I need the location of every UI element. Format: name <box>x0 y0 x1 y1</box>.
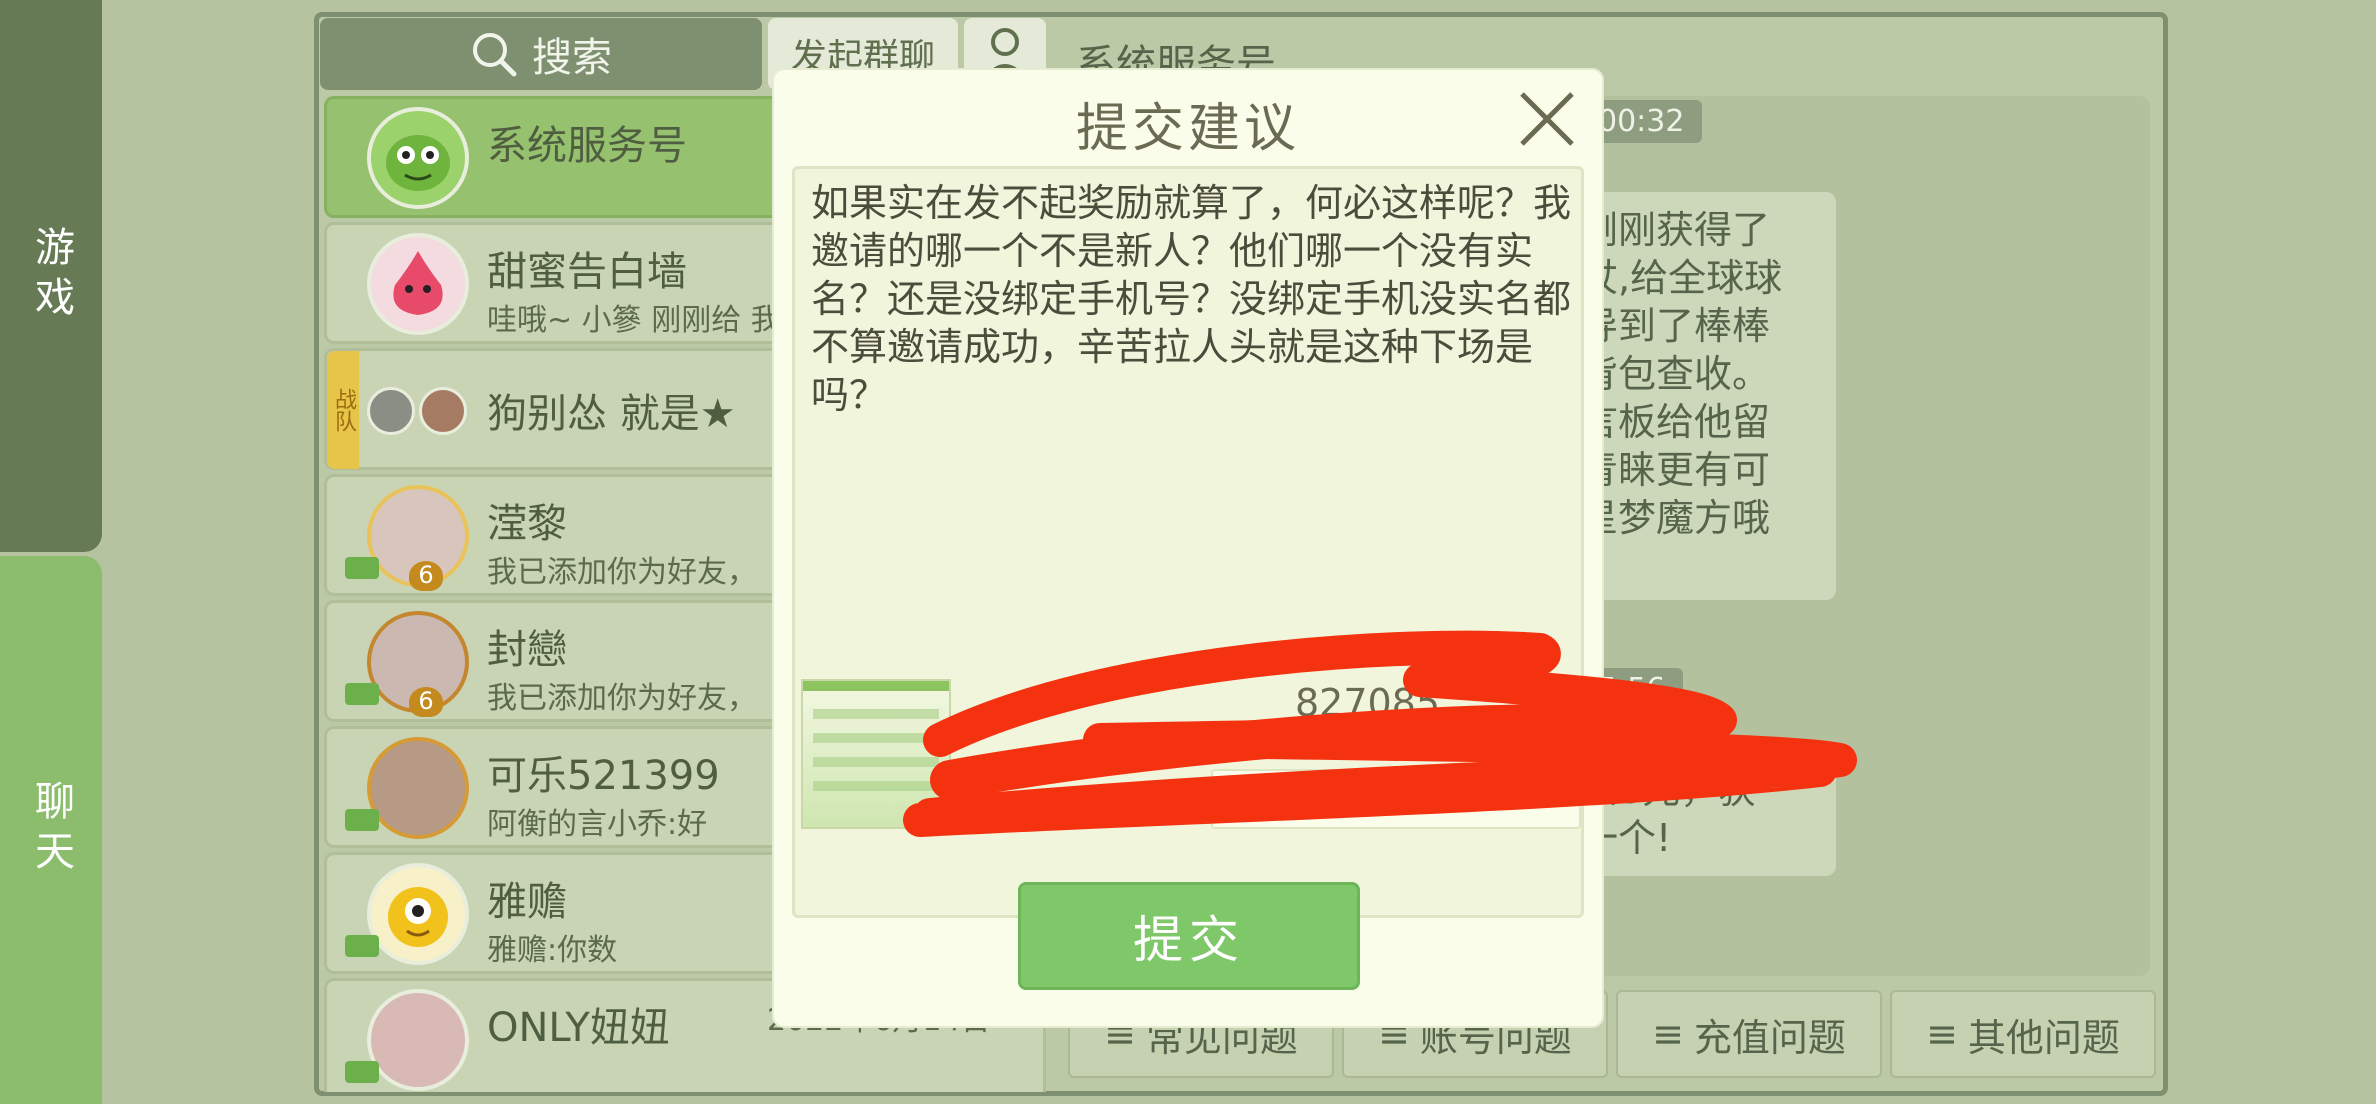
other-issue-label: 其他问题 <box>1967 1015 2120 1060</box>
online-badge <box>345 935 379 957</box>
contact-field[interactable]: 131100713 <box>1211 769 1581 829</box>
online-badge <box>345 683 379 705</box>
avatar <box>367 737 469 839</box>
contact-text: 827085 <box>1295 681 1441 725</box>
close-icon[interactable] <box>1516 88 1578 150</box>
level-badge: 6 <box>409 561 443 591</box>
attached-image-thumbnail[interactable] <box>801 679 951 829</box>
online-badge <box>345 1061 379 1083</box>
recharge-issue-label: 充值问题 <box>1693 1015 1846 1060</box>
online-badge <box>345 557 379 579</box>
last-message: 我已添加你为好友， <box>487 555 757 590</box>
tab-game[interactable]: 游戏 <box>0 0 102 552</box>
other-issue-button[interactable]: ≡ 其他问题 <box>1890 990 2156 1078</box>
team-tag: 战队 <box>327 351 359 469</box>
last-message: 哇哦~ 小篸 刚刚给 我 <box>487 303 781 338</box>
contact-name: 雅赡 <box>487 879 567 925</box>
menu-icon: ≡ <box>1926 1012 1958 1056</box>
tab-chat-label: 聊天 <box>28 780 74 880</box>
level-badge: 6 <box>409 687 443 717</box>
contact-name: ONLY妞妞 <box>487 1005 670 1051</box>
contact-name: 可乐521399 <box>487 753 720 799</box>
search-label: 搜索 <box>532 35 612 81</box>
submit-button[interactable]: 提交 <box>1018 882 1360 990</box>
avatar <box>367 233 469 335</box>
search-input[interactable]: 搜索 <box>320 18 762 90</box>
last-message: 阿衡的言小乔:好 <box>487 807 708 842</box>
recharge-issue-button[interactable]: ≡ 充值问题 <box>1616 990 1882 1078</box>
contact-text: 131100713 <box>1227 777 1434 818</box>
tab-game-label: 游戏 <box>28 226 74 326</box>
avatar <box>367 989 469 1091</box>
avatar <box>367 863 469 965</box>
suggestion-text: 如果实在发不起奖励就算了，何必这样呢？我邀请的哪一个不是新人？他们哪一个没有实名… <box>811 181 1572 417</box>
avatar <box>367 387 415 435</box>
tab-chat[interactable]: 聊天 <box>0 556 102 1104</box>
search-icon <box>473 33 517 77</box>
contact-name: 甜蜜告白墙 <box>487 249 687 295</box>
contact-name: 系统服务号 <box>487 123 687 169</box>
avatar <box>419 387 467 435</box>
suggestion-dialog: 提交建议 如果实在发不起奖励就算了，何必这样呢？我邀请的哪一个不是新人？他们哪一… <box>774 70 1602 1026</box>
dialog-title: 提交建议 <box>1075 99 1300 159</box>
last-message: 雅赡:你数 <box>487 933 618 968</box>
contact-name: 滢黎 <box>487 501 567 547</box>
online-badge <box>345 809 379 831</box>
contact-name: 狗别怂 就是★ <box>487 391 736 437</box>
suggestion-textarea[interactable]: 如果实在发不起奖励就算了，何必这样呢？我邀请的哪一个不是新人？他们哪一个没有实名… <box>792 166 1584 918</box>
contact-name: 封戀 <box>487 627 567 673</box>
menu-icon: ≡ <box>1652 1012 1684 1056</box>
last-message: 我已添加你为好友， <box>487 681 757 716</box>
avatar <box>367 107 469 209</box>
